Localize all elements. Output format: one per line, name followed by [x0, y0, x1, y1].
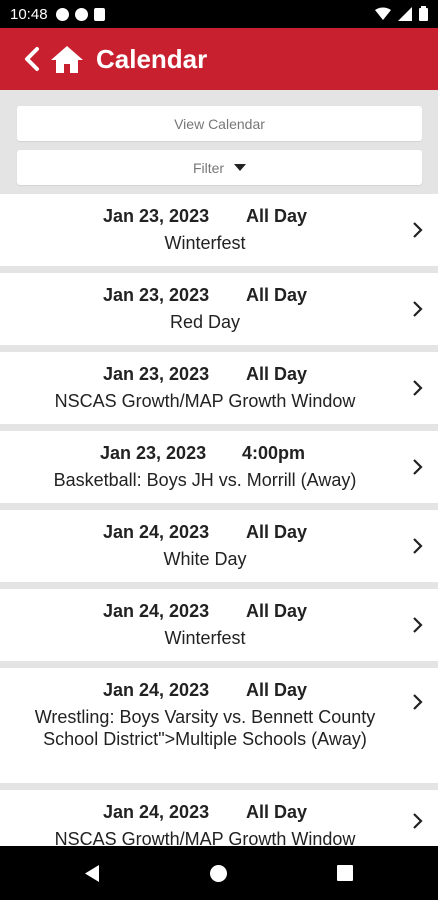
- nav-recents-icon[interactable]: [337, 865, 353, 881]
- system-nav-bar: [0, 846, 438, 900]
- chevron-right-icon: [413, 617, 423, 633]
- back-icon[interactable]: [22, 46, 42, 72]
- event-title: Winterfest: [164, 628, 246, 648]
- event-date: Jan 24, 2023: [103, 601, 210, 621]
- home-icon[interactable]: [50, 44, 84, 74]
- event-time: All Day: [246, 206, 308, 226]
- chevron-right-icon: [413, 380, 423, 396]
- list-item[interactable]: Jan 24, 2023 All Day White Day: [0, 510, 438, 582]
- event-title: NSCAS Growth/MAP Growth Window: [54, 829, 356, 846]
- chevron-right-icon: [413, 694, 423, 710]
- event-title: White Day: [163, 549, 247, 569]
- event-title: Basketball: Boys JH vs. Morrill (Away): [53, 470, 357, 490]
- list-item[interactable]: Jan 23, 2023 All Day Winterfest: [0, 194, 438, 266]
- event-date: Jan 23, 2023: [103, 206, 210, 226]
- event-date: Jan 23, 2023: [103, 364, 210, 384]
- app-bar: Calendar: [0, 28, 438, 90]
- status-time: 10:48: [10, 5, 48, 23]
- event-time: All Day: [246, 364, 308, 384]
- event-time: All Day: [246, 802, 308, 822]
- list-item[interactable]: Jan 23, 2023 4:00pm Basketball: Boys JH …: [0, 431, 438, 503]
- list-item[interactable]: Jan 24, 2023 All Day NSCAS Growth/MAP Gr…: [0, 790, 438, 846]
- sd-card-icon: [93, 7, 105, 21]
- signal-icon: [398, 6, 412, 21]
- chevron-right-icon: [413, 301, 423, 317]
- event-time: All Day: [246, 285, 308, 305]
- chevron-right-icon: [413, 459, 423, 475]
- event-date: Jan 24, 2023: [103, 802, 210, 822]
- nav-home-icon[interactable]: [210, 865, 227, 882]
- wifi-icon: [375, 7, 391, 20]
- view-calendar-button[interactable]: View Calendar: [17, 106, 422, 141]
- event-title: Wrestling: Boys Varsity vs. Bennett Coun…: [34, 707, 376, 749]
- event-list[interactable]: Jan 23, 2023 All Day Winterfest Jan 23, …: [0, 194, 438, 846]
- notification-icon: [55, 7, 69, 21]
- filter-button[interactable]: Filter: [17, 150, 422, 185]
- nav-back-icon[interactable]: [84, 865, 100, 882]
- notification-icon: [74, 7, 88, 21]
- list-item[interactable]: Jan 24, 2023 All Day Wrestling: Boys Var…: [0, 668, 438, 783]
- list-item[interactable]: Jan 23, 2023 All Day Red Day: [0, 273, 438, 345]
- list-item[interactable]: Jan 24, 2023 All Day Winterfest: [0, 589, 438, 661]
- event-title: NSCAS Growth/MAP Growth Window: [54, 391, 356, 411]
- view-calendar-label: View Calendar: [174, 115, 265, 132]
- chevron-right-icon: [413, 538, 423, 554]
- status-icons: [375, 6, 428, 21]
- page-title: Calendar: [96, 43, 208, 74]
- list-item[interactable]: Jan 23, 2023 All Day NSCAS Growth/MAP Gr…: [0, 352, 438, 424]
- status-bar: 10:48: [0, 0, 438, 28]
- event-title: Red Day: [169, 312, 241, 332]
- event-time: All Day: [246, 680, 308, 700]
- filter-label: Filter: [192, 159, 225, 176]
- event-date: Jan 24, 2023: [103, 680, 210, 700]
- event-date: Jan 23, 2023: [100, 443, 207, 463]
- event-time: All Day: [246, 601, 308, 621]
- event-title: Winterfest: [164, 233, 246, 253]
- chevron-right-icon: [413, 813, 423, 829]
- event-date: Jan 24, 2023: [103, 522, 210, 542]
- event-time: All Day: [246, 522, 308, 542]
- event-time: 4:00pm: [242, 443, 306, 463]
- event-date: Jan 23, 2023: [103, 285, 210, 305]
- battery-icon: [419, 6, 428, 21]
- caret-down-icon: [234, 163, 247, 171]
- controls-area: View Calendar Filter: [0, 90, 438, 194]
- chevron-right-icon: [413, 222, 423, 238]
